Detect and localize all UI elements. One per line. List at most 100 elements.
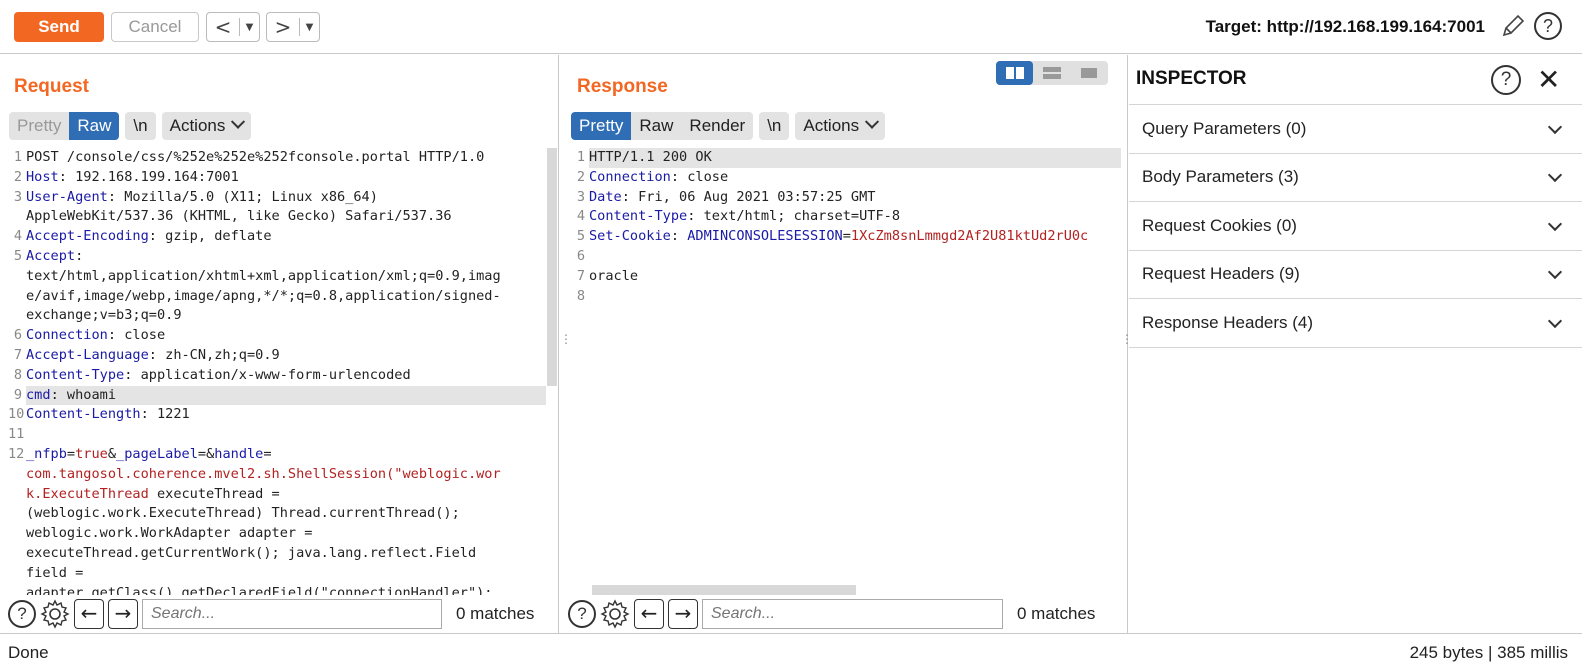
gear-icon[interactable] (40, 599, 70, 629)
tab-pretty[interactable]: Pretty (571, 112, 632, 140)
inspector-section[interactable]: Query Parameters (0) (1129, 105, 1582, 154)
layout-side-by-side-button[interactable] (996, 61, 1033, 85)
next-match-button[interactable]: → (668, 599, 698, 629)
inspector-section[interactable]: Request Cookies (0) (1129, 202, 1582, 251)
history-forward-button[interactable]: > ▼ (266, 12, 320, 42)
history-back-button[interactable]: < ▼ (206, 12, 260, 42)
newline-toggle[interactable]: \n (759, 112, 790, 140)
code-token: : application/x-www-form-urlencoded (124, 366, 411, 383)
header-name: cmd (26, 386, 51, 403)
help-icon[interactable]: ? (1534, 12, 1562, 40)
response-size-time: 245 bytes | 385 millis (1409, 643, 1568, 662)
code-token: = (66, 445, 76, 462)
code-token: text/html,application/xhtml+xml,applicat… (26, 267, 501, 284)
request-search-input[interactable] (142, 599, 442, 629)
inspector-section[interactable]: Response Headers (4) (1129, 299, 1582, 348)
code-token: : Fri, 06 Aug 2021 03:57:25 GMT (621, 188, 876, 205)
tab-raw[interactable]: Raw (69, 112, 120, 140)
line-number: 12 (8, 445, 25, 462)
layout-single-button[interactable] (1070, 61, 1107, 85)
line-number: 3 (576, 188, 585, 205)
code-token: 1XcZm8snLmmgd2Af2U81ktUd2rU0c (850, 228, 1089, 245)
chevron-down-icon (231, 114, 246, 129)
header-name: handle (214, 445, 264, 462)
code-token: : Mozilla/5.0 (X11; Linux x86_64) (107, 188, 378, 205)
header-name: Date (589, 188, 622, 205)
dropdown-arrow-icon[interactable]: ▼ (240, 22, 259, 33)
help-icon[interactable]: ? (568, 600, 596, 628)
chevron-down-icon (1547, 216, 1563, 231)
inspector-section-label: Request Cookies (0) (1142, 215, 1297, 235)
help-icon[interactable]: ? (1491, 65, 1521, 95)
line-number: 11 (8, 426, 25, 443)
pencil-edit-icon[interactable] (1500, 13, 1526, 39)
panel-divider[interactable] (558, 55, 559, 633)
code-text: Accept-Language: zh-CN,zh;q=0.9 (26, 346, 546, 366)
response-view-tabs: Pretty Raw Render \n Actions (571, 112, 886, 140)
send-button[interactable]: Send (14, 12, 104, 42)
header-name: Accept-Encoding (26, 228, 149, 245)
inspector-section[interactable]: Body Parameters (3) (1129, 154, 1582, 202)
tab-raw[interactable]: Raw (631, 112, 682, 140)
request-match-count: 0 matches (456, 604, 535, 623)
header-name: Connection (589, 168, 671, 185)
code-text: text/html,application/xhtml+xml,applicat… (26, 267, 546, 287)
line-number: 4 (13, 228, 22, 245)
line-number: 7 (13, 346, 22, 363)
layout-stacked-button[interactable] (1033, 61, 1070, 85)
next-match-button[interactable]: → (108, 599, 138, 629)
code-text: Host: 192.168.199.164:7001 (26, 168, 546, 188)
line-number: 10 (8, 406, 25, 423)
code-token: : (75, 247, 84, 264)
code-text: exchange;v=b3;q=0.9 (26, 306, 546, 326)
code-line: text/html,application/xhtml+xml,applicat… (8, 267, 546, 287)
line-number: 1 (576, 149, 585, 165)
previous-match-button[interactable]: ← (74, 599, 104, 629)
code-text: Date: Fri, 06 Aug 2021 03:57:25 GMT (589, 188, 1121, 208)
line-number (8, 584, 26, 595)
tab-render[interactable]: Render (681, 112, 754, 140)
line-number (8, 544, 26, 564)
gear-icon[interactable] (600, 599, 630, 629)
newline-toggle[interactable]: \n (125, 112, 156, 140)
response-editor[interactable]: 1 HTTP/1.1 200 OK 2 Connection: close 3 Date:… (571, 148, 1121, 578)
line-number: 2 (576, 168, 585, 185)
inspector-section[interactable]: Request Headers (9) (1129, 251, 1582, 299)
code-text: executeThread.getCurrentWork(); java.lan… (26, 544, 546, 564)
request-editor[interactable]: 1 POST /console/css/%252e%252e%252fconsol… (8, 148, 546, 595)
close-icon[interactable]: ✕ (1537, 63, 1560, 96)
header-name: Content-Length (26, 406, 141, 423)
request-scrollbar[interactable] (547, 148, 557, 386)
help-icon[interactable]: ? (8, 600, 36, 628)
header-name: Connection (26, 327, 108, 344)
code-token: k.ExecuteThread (26, 485, 149, 502)
code-text: k.ExecuteThread executeThread = (26, 485, 546, 505)
cancel-button[interactable]: Cancel (111, 12, 199, 42)
header-name: Accept-Language (26, 346, 149, 363)
code-text: Accept: (26, 247, 546, 267)
line-number: 3 (13, 188, 22, 205)
tab-pretty[interactable]: Pretty (9, 112, 70, 140)
actions-menu[interactable]: Actions (795, 112, 886, 140)
code-line: exchange;v=b3;q=0.9 (8, 306, 546, 326)
response-search-input[interactable] (702, 599, 1003, 629)
dropdown-arrow-icon[interactable]: ▼ (300, 22, 319, 33)
actions-menu[interactable]: Actions (161, 112, 252, 140)
previous-match-button[interactable]: ← (634, 599, 664, 629)
request-search-bar: ? ← → 0 matches (8, 597, 534, 631)
chevron-down-icon (1547, 313, 1563, 328)
line-number: 1 (13, 149, 22, 165)
code-token: adapter.getClass().getDeclaredField("con… (26, 584, 493, 595)
code-text: oracle (589, 267, 1121, 287)
resize-grip-icon[interactable]: ⋮ (1121, 333, 1133, 345)
code-line: weblogic.work.WorkAdapter adapter = (8, 524, 546, 544)
code-line: 2 Host: 192.168.199.164:7001 (8, 168, 546, 188)
line-number (8, 465, 26, 485)
code-line: 6 (571, 247, 1121, 267)
line-number (8, 504, 26, 524)
resize-grip-icon[interactable]: ⋮ (560, 333, 572, 345)
response-hscrollbar[interactable] (592, 585, 856, 595)
chevron-down-icon (865, 114, 880, 129)
code-token: : 192.168.199.164:7001 (58, 168, 239, 185)
